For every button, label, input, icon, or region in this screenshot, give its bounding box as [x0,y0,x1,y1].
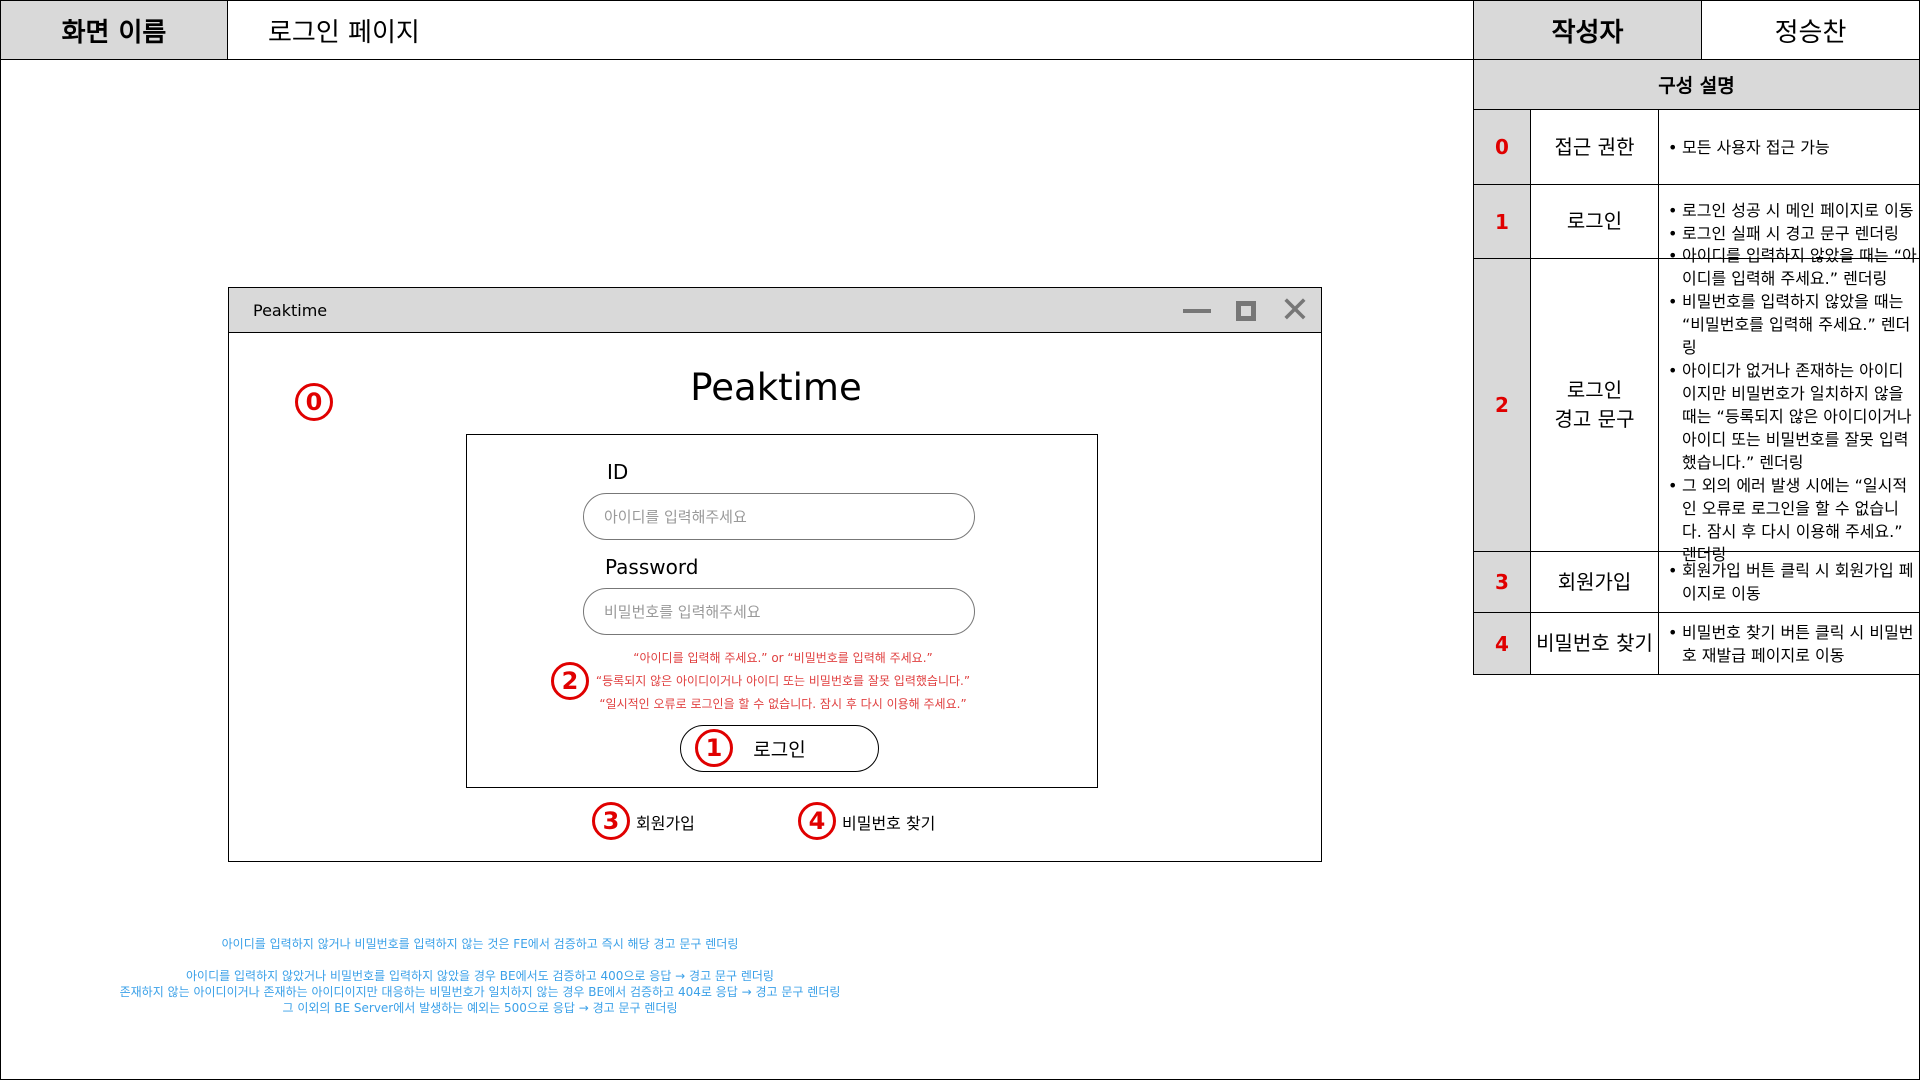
password-input[interactable]: 비밀번호를 입력해주세요 [583,588,975,635]
description-row-0: 0 접근 권한 모든 사용자 접근 가능 [1473,110,1920,185]
window-title: Peaktime [253,300,328,320]
row-name-line: 로그인 [1566,378,1623,402]
marker-1: 1 [695,729,733,767]
maximize-icon[interactable] [1228,288,1264,333]
row-item: 모든 사용자 접근 가능 [1667,136,1917,159]
id-label: ID [607,460,629,484]
login-button-label: 로그인 [753,739,806,761]
window-titlebar: Peaktime ✕ [229,288,1321,333]
signup-link[interactable]: 회원가입 [636,810,695,834]
app-window: Peaktime ✕ 0 Peaktime ID 아이디를 입력해주세요 Pas… [228,287,1322,862]
marker-4: 4 [798,802,836,840]
row-item: 회원가입 버튼 클릭 시 회원가입 페이지로 이동 [1667,559,1917,605]
row-item: 그 외의 에러 발생 시에는 “일시적인 오류로 로그인을 할 수 없습니다. … [1667,474,1917,566]
row-name-line: 경고 문구 [1554,407,1635,431]
description-table: 구성 설명 0 접근 권한 모든 사용자 접근 가능 1 로그인 로그인 성공 … [1473,59,1920,675]
password-label: Password [605,555,699,579]
row-number: 4 [1474,613,1531,674]
row-item: 로그인 성공 시 메인 페이지로 이동 [1667,199,1917,222]
screen-name-label: 화면 이름 [0,0,228,60]
description-heading: 구성 설명 [1473,59,1920,110]
note-be-404: 존재하지 않는 아이디이거나 존재하는 아이디이지만 대응하는 비밀번호가 일치… [119,985,841,999]
author-label: 작성자 [1473,0,1702,60]
row-name: 로그인 경고 문구 [1531,259,1659,551]
id-input[interactable]: 아이디를 입력해주세요 [583,493,975,540]
screen-name-value: 로그인 페이지 [227,0,1474,60]
find-password-link[interactable]: 비밀번호 찾기 [842,810,935,834]
row-description: 비밀번호 찾기 버튼 클릭 시 비밀번호 재발급 페이지로 이동 [1659,613,1919,674]
login-form: ID 아이디를 입력해주세요 Password 비밀번호를 입력해주세요 2 “… [466,434,1098,788]
close-icon[interactable]: ✕ [1277,288,1313,333]
description-row-4: 4 비밀번호 찾기 비밀번호 찾기 버튼 클릭 시 비밀번호 재발급 페이지로 … [1473,613,1920,675]
row-item: 로그인 실패 시 경고 문구 렌더링 [1667,222,1917,245]
description-row-3: 3 회원가입 회원가입 버튼 클릭 시 회원가입 페이지로 이동 [1473,552,1920,613]
row-description: 모든 사용자 접근 가능 [1659,110,1919,184]
row-name: 회원가입 [1531,552,1659,612]
author-value: 정승찬 [1701,0,1920,60]
error-message: “등록되지 않은 아이디이거나 아이디 또는 비밀번호를 잘못 입력했습니다.” [595,674,971,688]
description-row-2: 2 로그인 경고 문구 아이디를 입력하지 않았을 때는 “아이디를 입력해 주… [1473,244,1920,564]
row-description: 회원가입 버튼 클릭 시 회원가입 페이지로 이동 [1659,552,1919,612]
error-message: “아이디를 입력해 주세요.” or “비밀번호를 입력해 주세요.” [633,651,933,665]
note-be-500: 그 이외의 BE Server에서 발생하는 예외는 500으로 응답 → 경고… [282,1001,678,1015]
marker-3: 3 [592,802,630,840]
row-item: 비밀번호를 입력하지 않았을 때는 “비밀번호를 입력해 주세요.” 렌더링 [1667,290,1917,359]
row-item: 비밀번호 찾기 버튼 클릭 시 비밀번호 재발급 페이지로 이동 [1667,621,1917,667]
row-item: 아이디를 입력하지 않았을 때는 “아이디를 입력해 주세요.” 렌더링 [1667,244,1917,290]
row-name: 접근 권한 [1531,110,1659,184]
row-name: 비밀번호 찾기 [1531,613,1659,674]
app-title: Peaktime [690,366,862,409]
minimize-icon[interactable] [1179,288,1215,333]
row-name: 로그인 [1531,185,1659,258]
note-fe-validation: 아이디를 입력하지 않거나 비밀번호를 입력하지 않는 것은 FE에서 검증하고… [221,937,739,951]
row-number: 2 [1474,259,1531,551]
row-number: 1 [1474,185,1531,258]
note-be-400: 아이디를 입력하지 않았거나 비밀번호를 입력하지 않았을 경우 BE에서도 검… [186,969,774,983]
row-number: 0 [1474,110,1531,184]
error-message: “일시적인 오류로 로그인을 할 수 없습니다. 잠시 후 다시 이용해 주세요… [599,697,967,711]
login-button[interactable]: 1 로그인 [680,725,879,772]
row-description: 아이디를 입력하지 않았을 때는 “아이디를 입력해 주세요.” 렌더링 비밀번… [1659,244,1919,564]
row-number: 3 [1474,552,1531,612]
row-item: 아이디가 없거나 존재하는 아이디이지만 비밀번호가 일치하지 않을 때는 “등… [1667,359,1917,474]
